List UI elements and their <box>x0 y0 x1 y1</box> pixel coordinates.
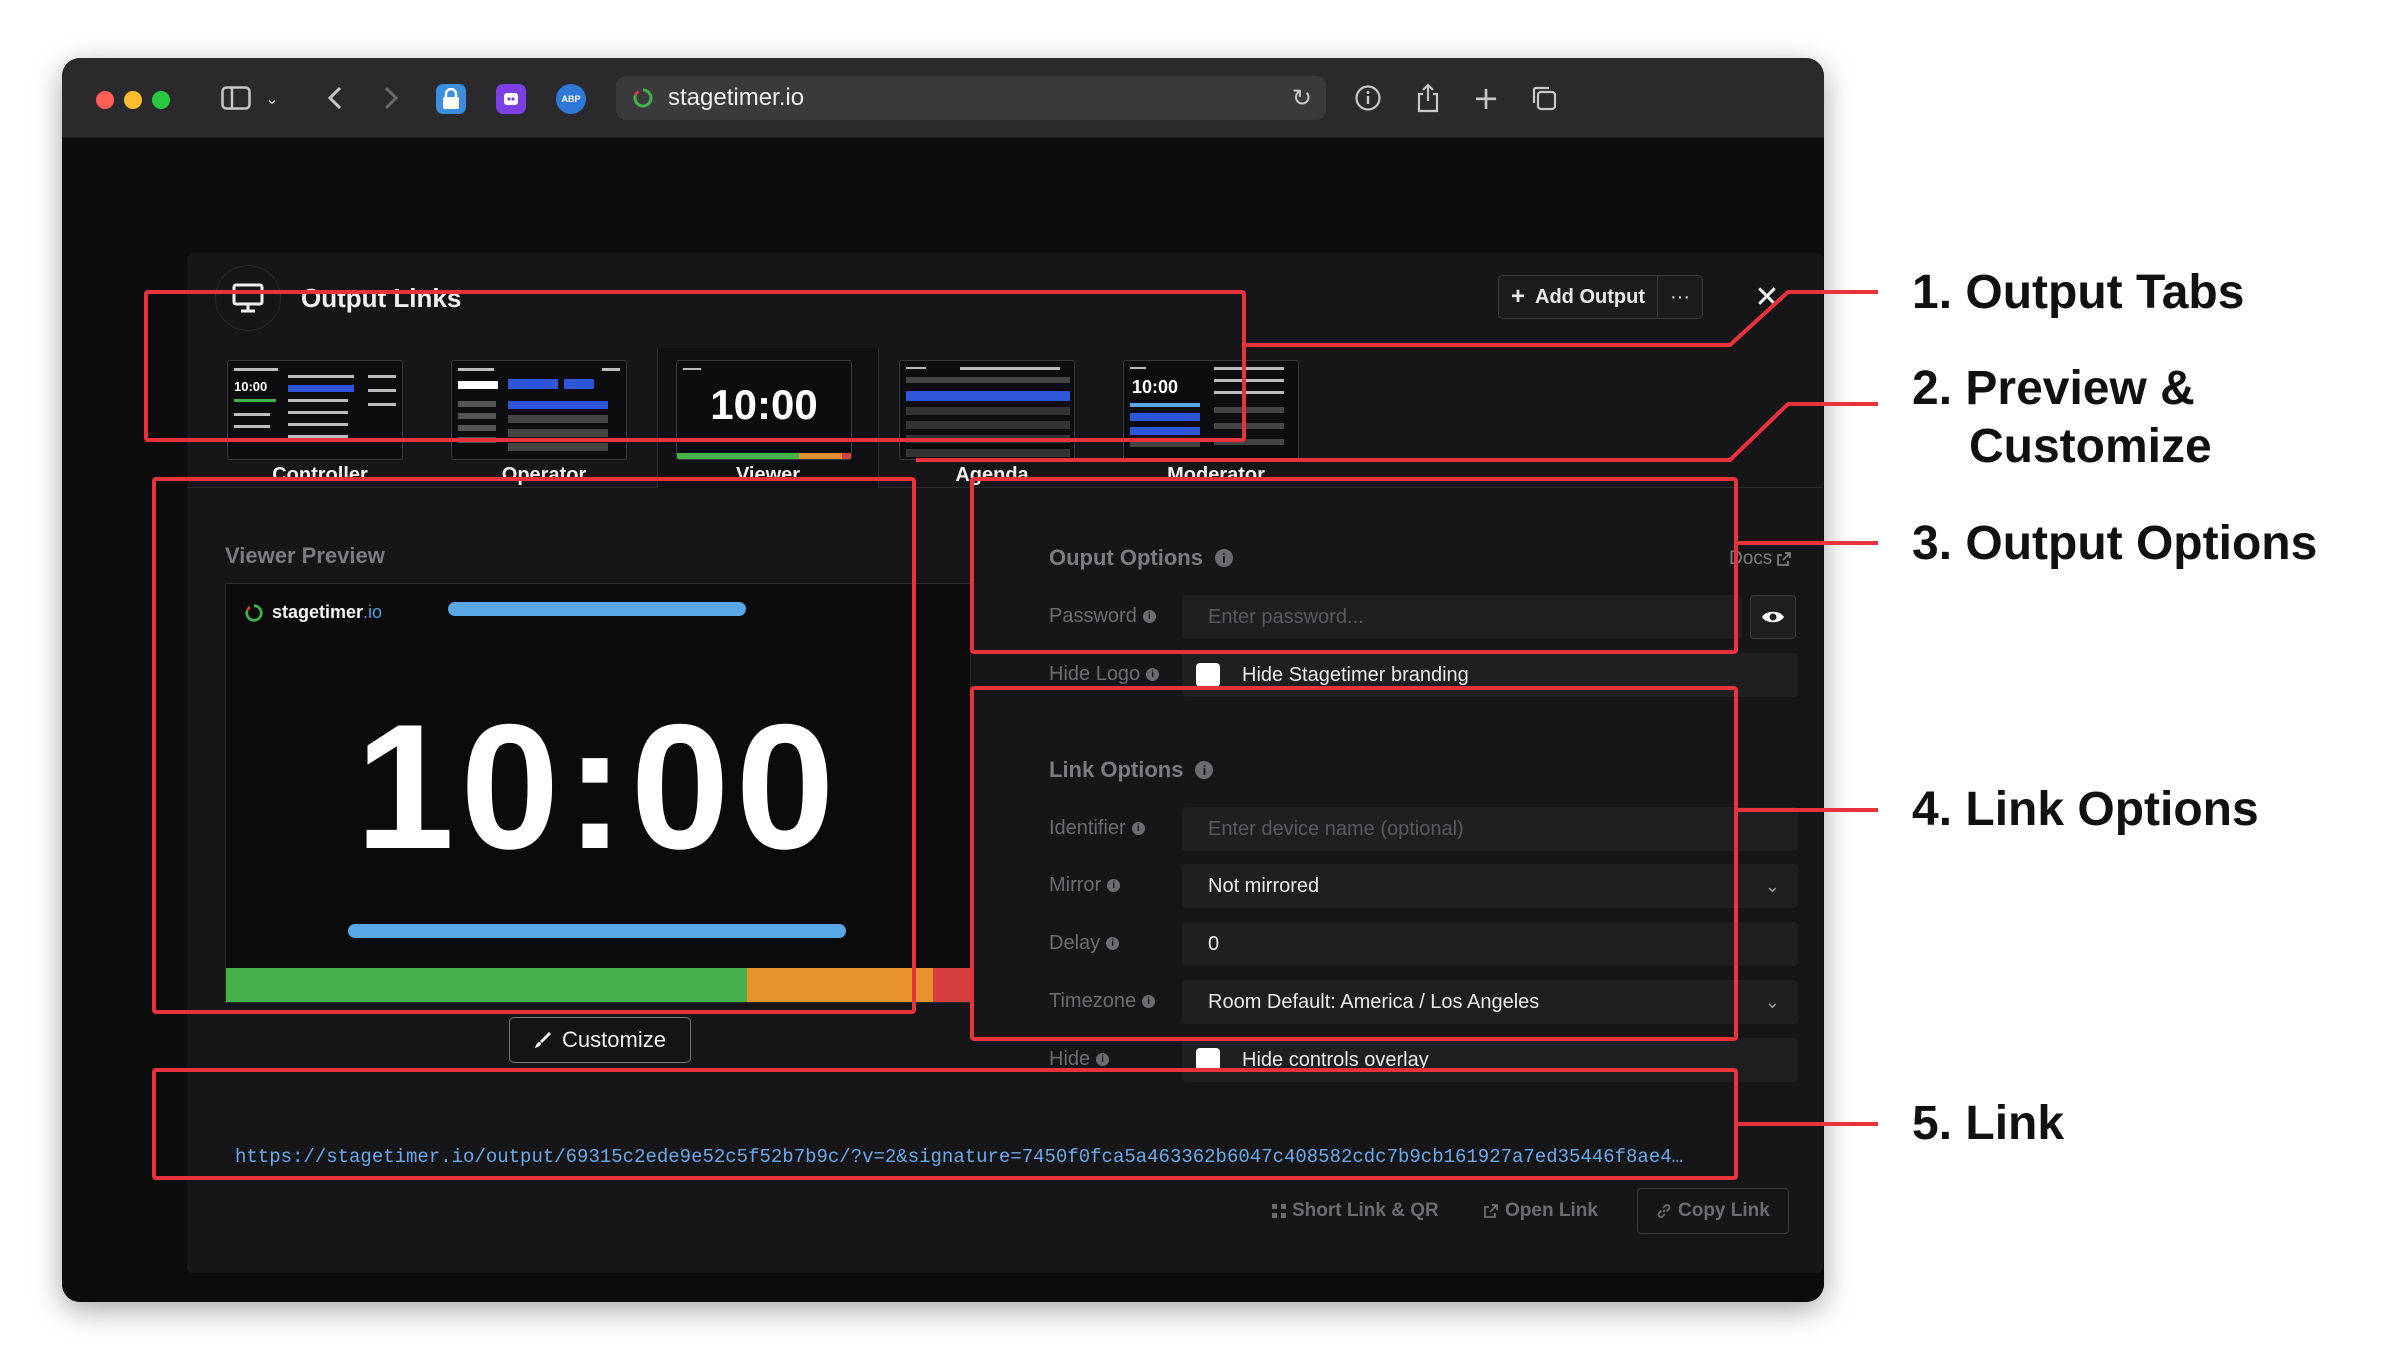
bot-extension-icon[interactable] <box>496 84 526 114</box>
hide-logo-checkbox[interactable] <box>1196 663 1220 687</box>
highlight-link <box>152 1068 1738 1180</box>
annotation-preview-customize: 2. Preview & Customize <box>1912 362 2212 473</box>
zoom-window-button[interactable] <box>152 91 170 109</box>
reload-icon[interactable]: ↻ <box>1292 84 1312 112</box>
open-link-label: Open Link <box>1505 1200 1598 1221</box>
address-bar-url: stagetimer.io <box>668 84 805 111</box>
highlight-output-options <box>970 477 1738 654</box>
address-bar[interactable]: stagetimer.io ↻ <box>616 76 1326 120</box>
browser-titlebar: ⌄ ABP stagetimer.io ↻ + <box>62 58 1824 138</box>
copy-link-button[interactable]: Copy Link <box>1637 1188 1789 1234</box>
color-strip-segment <box>932 968 970 1002</box>
customize-label: Customize <box>562 1027 666 1052</box>
chevron-down-icon: ⌄ <box>1764 992 1780 1012</box>
minimize-window-button[interactable] <box>124 91 142 109</box>
adblock-extension-icon[interactable]: ABP <box>556 84 586 114</box>
close-window-button[interactable] <box>96 91 114 109</box>
external-link-icon <box>1777 552 1792 566</box>
show-password-button[interactable] <box>1750 595 1796 639</box>
link-icon <box>1657 1204 1671 1218</box>
close-modal-button[interactable]: ✕ <box>1747 277 1787 317</box>
forward-arrow-icon[interactable] <box>376 80 406 116</box>
back-arrow-icon[interactable] <box>320 80 350 116</box>
highlight-preview <box>152 477 916 1014</box>
chevron-down-icon: ⌄ <box>1764 876 1780 896</box>
new-tab-plus-icon[interactable]: + <box>1468 79 1504 117</box>
chevron-down-icon[interactable]: ⌄ <box>260 80 284 116</box>
site-logo-icon <box>633 88 653 108</box>
eye-icon <box>1762 611 1784 623</box>
annotation-link: 5. Link <box>1912 1097 2065 1150</box>
open-link-button[interactable]: Open Link <box>1483 1188 1598 1234</box>
highlight-output-tabs <box>144 290 1246 442</box>
password-manager-extension-icon[interactable] <box>436 84 466 114</box>
annotation-link-options: 4. Link Options <box>1912 783 2259 836</box>
annotation-output-options: 3. Output Options <box>1912 517 2318 570</box>
sidebar-toggle-icon[interactable] <box>218 80 254 116</box>
hide-logo-text: Hide Stagetimer branding <box>1242 663 1469 686</box>
tab-overview-icon[interactable] <box>1526 80 1562 116</box>
share-icon[interactable] <box>1410 80 1446 116</box>
docs-link[interactable]: Docs <box>1729 548 1792 570</box>
info-icon: i <box>1096 1053 1110 1066</box>
more-options-button[interactable]: ··· <box>1657 275 1703 319</box>
info-icon[interactable] <box>1350 80 1386 116</box>
short-link-qr-button[interactable]: Short Link & QR <box>1272 1188 1439 1234</box>
viewer-thumb-strip <box>677 453 851 459</box>
qr-code-icon <box>1272 1204 1286 1218</box>
highlight-link-options <box>970 686 1738 1041</box>
screenshot-stage: ⌄ ABP stagetimer.io ↻ + Output Links + A… <box>0 0 2400 1360</box>
plus-icon: + <box>1511 283 1526 310</box>
customize-button[interactable]: Customize <box>509 1017 691 1063</box>
external-link-icon <box>1484 1204 1498 1218</box>
add-output-label: Add Output <box>1535 285 1645 308</box>
copy-link-label: Copy Link <box>1678 1200 1770 1221</box>
info-icon: i <box>1146 668 1160 681</box>
short-link-label: Short Link & QR <box>1292 1200 1439 1221</box>
brush-icon <box>535 1031 552 1048</box>
hide-logo-label: Hide Logo i <box>1049 663 1160 686</box>
annotation-output-tabs: 1. Output Tabs <box>1912 266 2245 319</box>
add-output-button[interactable]: + Add Output <box>1498 275 1658 319</box>
